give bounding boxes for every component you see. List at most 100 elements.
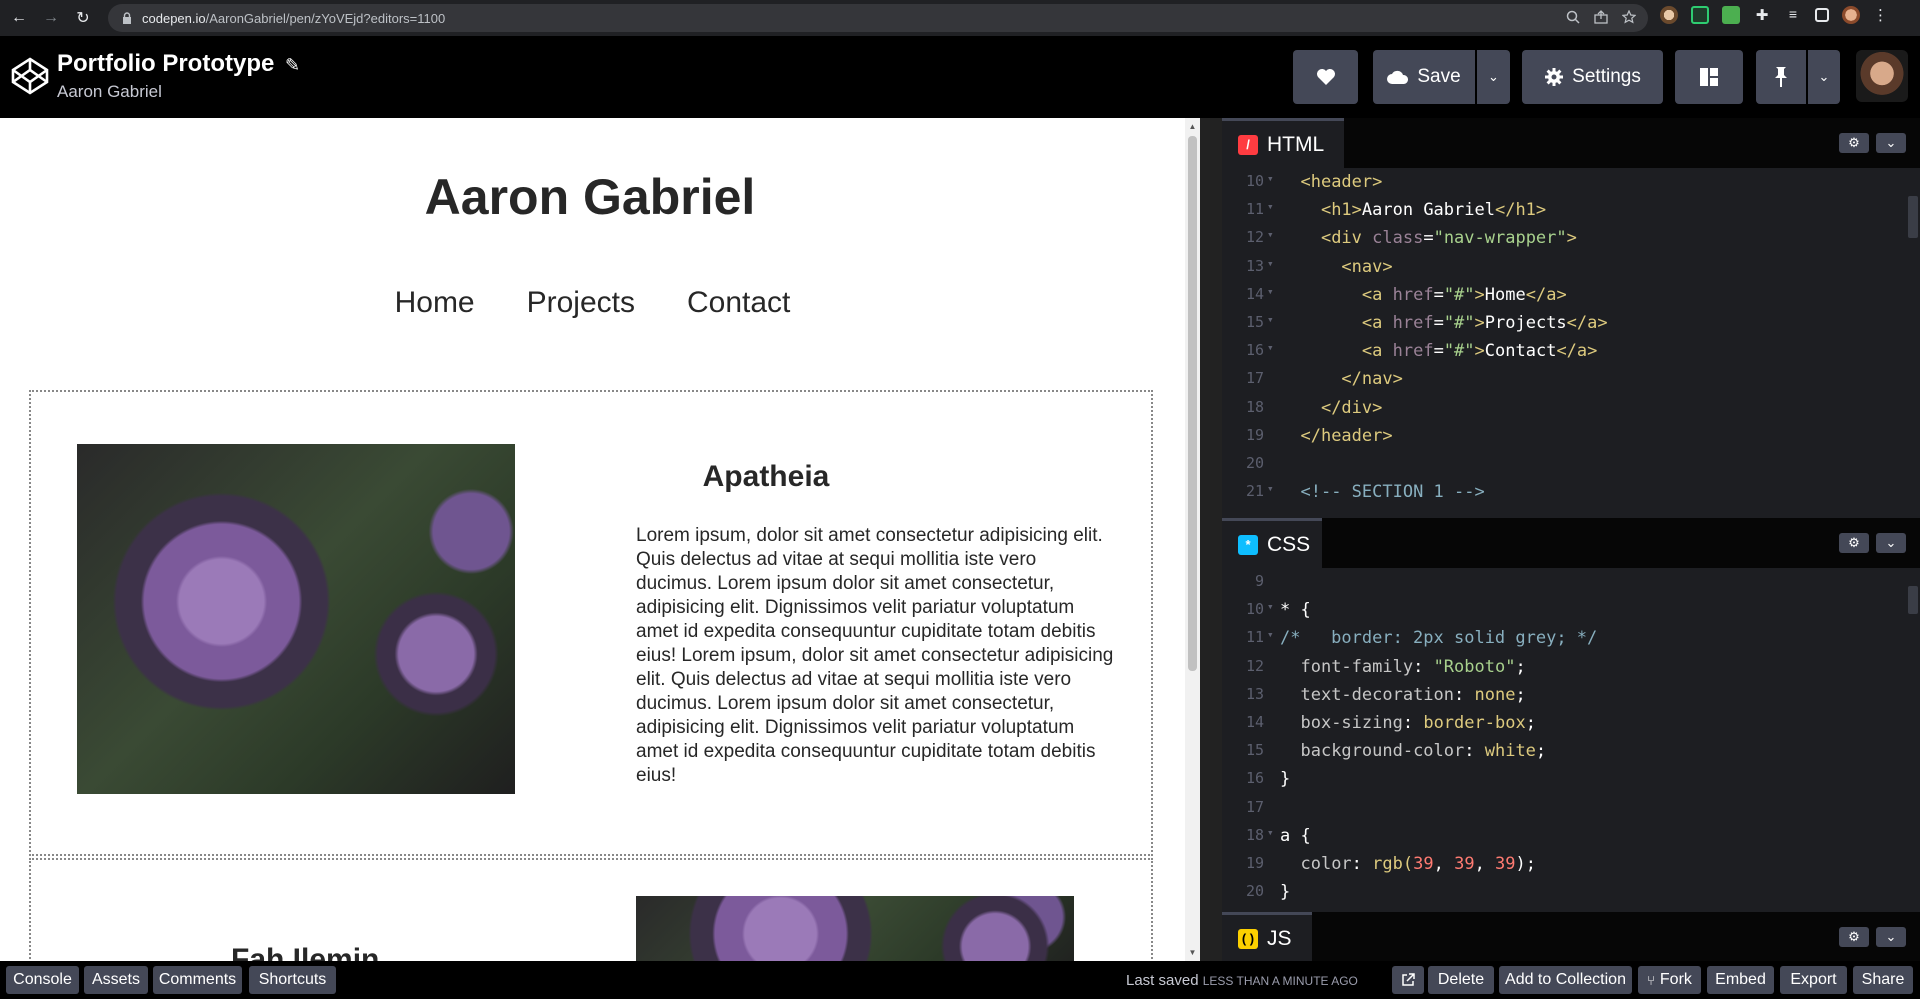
puzzle-icon[interactable]: ✚ [1753,6,1771,24]
code-line[interactable]: 17 </nav> [1222,369,1920,397]
share-icon[interactable] [1594,10,1608,27]
extension-3-icon[interactable] [1722,6,1740,24]
console-button[interactable]: Console [6,966,79,994]
fold-arrow-icon[interactable]: ▾ [1267,482,1274,495]
nav-link-projects[interactable]: Projects [527,286,635,320]
html-settings-button[interactable]: ⚙ [1839,133,1869,153]
css-settings-button[interactable]: ⚙ [1839,533,1869,553]
scrollbar-thumb[interactable] [1188,136,1197,671]
settings-button[interactable]: Settings [1522,50,1663,104]
profile-avatar-icon[interactable] [1842,6,1860,24]
code-line[interactable]: 12 ▾ <div class="nav-wrapper"> [1222,228,1920,256]
code-line[interactable]: 17 [1222,798,1920,826]
codepen-logo-icon[interactable] [10,56,50,96]
fold-arrow-icon[interactable]: ▾ [1267,628,1274,641]
code-line[interactable]: 13 ▾ <nav> [1222,257,1920,285]
code-line[interactable]: 18 ▾ a { [1222,826,1920,854]
resize-gutter[interactable] [1200,118,1222,961]
edit-pencil-icon[interactable]: ✎ [285,55,300,75]
css-collapse-button[interactable]: ⌄ [1876,533,1906,553]
pen-title[interactable]: Portfolio Prototype ✎ [57,50,300,78]
address-bar[interactable]: codepen.io /AaronGabriel/pen/zYoVEjd?edi… [108,4,1648,32]
js-editor-tab[interactable]: ( ) JS [1222,912,1312,962]
code-text: </div> [1320,397,1383,418]
code-line[interactable]: 16} [1222,769,1920,797]
pen-author[interactable]: Aaron Gabriel [57,82,162,102]
share-button[interactable]: Share [1853,966,1913,994]
bookmark-star-icon[interactable] [1621,9,1637,27]
css-code-editor[interactable]: 9 10 ▾ * {11 ▾/* border: 2px solid grey; */1… [1222,568,1920,908]
flower-image [77,444,515,794]
code-line[interactable]: 15 ▾ <a href="#">Projects</a> [1222,313,1920,341]
assets-button[interactable]: Assets [84,966,148,994]
extension-2-icon[interactable] [1691,6,1709,24]
js-settings-button[interactable]: ⚙ [1839,927,1869,947]
zoom-icon[interactable] [1566,10,1580,27]
fold-arrow-icon[interactable]: ▾ [1267,341,1274,354]
html-code-editor[interactable]: 10 ▾ <header> 11 ▾ <h1>Aaron Gabriel</h1> 12… [1222,168,1920,508]
side-panel-icon[interactable] [1815,8,1829,22]
js-collapse-button[interactable]: ⌄ [1876,927,1906,947]
add-to-collection-button[interactable]: Add to Collection [1499,966,1632,994]
code-line[interactable]: 12 font-family: "Roboto"; [1222,657,1920,685]
fork-icon: ⑂ [1647,972,1655,988]
nav-link-contact[interactable]: Contact [687,286,790,320]
fold-arrow-icon[interactable]: ▾ [1267,600,1274,613]
shortcuts-button[interactable]: Shortcuts [249,966,336,994]
forward-button[interactable]: → [38,5,64,31]
line-number: 13 [1245,256,1264,275]
code-line[interactable]: 16 ▾ <a href="#">Contact</a> [1222,341,1920,369]
code-line[interactable]: 13 text-decoration: none; [1222,685,1920,713]
code-line[interactable]: 14 ▾ <a href="#">Home</a> [1222,285,1920,313]
extension-1-icon[interactable] [1660,6,1678,24]
delete-button[interactable]: Delete [1428,966,1494,994]
pin-options-dropdown[interactable]: ⌄ [1808,50,1840,104]
html-collapse-button[interactable]: ⌄ [1876,133,1906,153]
fold-arrow-icon[interactable]: ▾ [1267,257,1274,270]
back-button[interactable]: ← [6,5,32,31]
reading-list-icon[interactable]: ≡ [1784,6,1802,24]
menu-kebab-icon[interactable]: ⋮ [1873,6,1888,24]
user-avatar[interactable] [1856,50,1908,102]
code-line[interactable]: 9 [1222,572,1920,600]
fork-button[interactable]: ⑂ Fork [1638,966,1701,994]
code-text: <!-- SECTION 1 --> [1300,482,1485,503]
code-line[interactable]: 14 box-sizing: border-box; [1222,713,1920,741]
scroll-up-arrow-icon[interactable]: ▲ [1188,122,1197,131]
save-button[interactable]: Save [1373,50,1475,104]
comments-button[interactable]: Comments [153,966,242,994]
fold-arrow-icon[interactable]: ▾ [1267,228,1274,241]
fold-arrow-icon[interactable]: ▾ [1267,172,1274,185]
export-button[interactable]: Export [1780,966,1847,994]
preview-scrollbar[interactable]: ▲ ▼ [1185,118,1200,961]
css-editor-scrollbar[interactable] [1908,586,1918,614]
save-options-dropdown[interactable]: ⌄ [1477,50,1510,104]
code-line[interactable]: 21 ▾ <!-- SECTION 1 --> [1222,482,1920,508]
css-editor-tab[interactable]: * CSS [1222,518,1322,568]
code-line[interactable]: 10 ▾ * { [1222,600,1920,628]
embed-button[interactable]: Embed [1707,966,1774,994]
fold-arrow-icon[interactable]: ▾ [1267,313,1274,326]
nav-link-home[interactable]: Home [395,286,475,320]
code-line[interactable]: 20 [1222,454,1920,482]
code-line[interactable]: 15 background-color: white; [1222,741,1920,769]
change-view-button[interactable] [1675,50,1743,104]
fold-arrow-icon[interactable]: ▾ [1267,826,1274,839]
open-external-button[interactable] [1392,966,1424,994]
code-line[interactable]: 10 ▾ <header> [1222,172,1920,200]
html-editor-tab[interactable]: / HTML [1222,118,1344,168]
reload-button[interactable]: ↻ [70,5,96,31]
fold-arrow-icon[interactable]: ▾ [1267,200,1274,213]
fold-arrow-icon[interactable]: ▾ [1267,285,1274,298]
pin-button[interactable] [1756,50,1806,104]
code-line[interactable]: 11 ▾ <h1>Aaron Gabriel</h1> [1222,200,1920,228]
html-editor-scrollbar[interactable] [1908,196,1918,238]
code-line[interactable]: 20} [1222,882,1920,908]
browser-toolbar: ← → ↻ codepen.io /AaronGabriel/pen/zYoVE… [0,0,1920,36]
code-line[interactable]: 18 </div> [1222,398,1920,426]
scroll-down-arrow-icon[interactable]: ▼ [1188,948,1197,957]
code-line[interactable]: 19 </header> [1222,426,1920,454]
code-line[interactable]: 11 ▾ /* border: 2px solid grey; */ [1222,628,1920,656]
code-line[interactable]: 19 color: rgb(39, 39, 39); [1222,854,1920,882]
heart-button[interactable] [1293,50,1358,104]
